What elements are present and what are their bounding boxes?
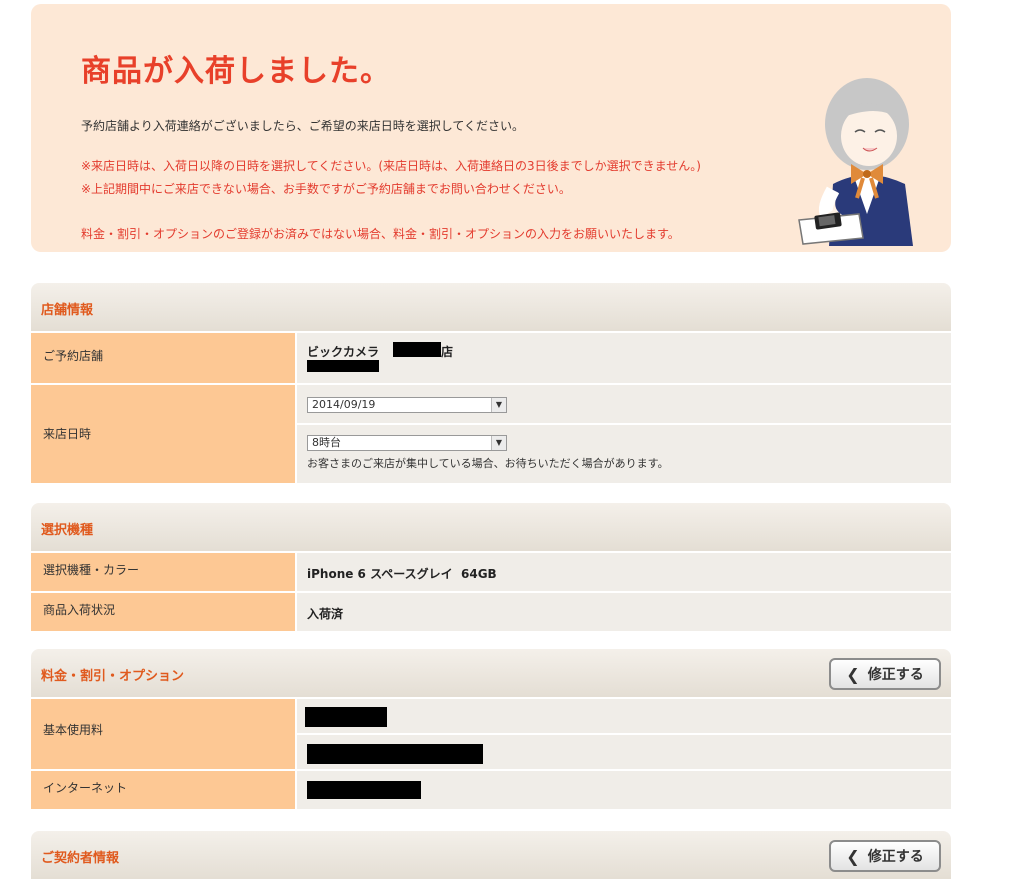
plan-edit-button[interactable]: ❮ 修正する — [829, 658, 941, 690]
model-section: 選択機種 選択機種・カラー iPhone 6 スペースグレイ 64GB 商品入荷… — [31, 503, 951, 631]
visit-date-select[interactable]: 2014/09/19 ▼ — [307, 397, 507, 413]
chevron-down-icon: ▼ — [491, 398, 506, 412]
store-info-heading: 店舗情報 — [41, 303, 94, 318]
redacted-internet-plan — [307, 781, 421, 799]
contractor-section: ご契約者情報 ❮ 修正する — [31, 831, 951, 879]
reserved-store-row: ご予約店舗 ビックカメラ 店 — [31, 331, 951, 383]
visit-time-select[interactable]: 8時台 ▼ — [307, 435, 507, 451]
model-heading: 選択機種 — [41, 523, 94, 538]
basic-fee-label: 基本使用料 — [43, 723, 104, 737]
visit-datetime-row: 来店日時 2014/09/19 ▼ 8時台 ▼ お客さまのご来店が集中している場… — [31, 383, 951, 483]
contractor-header: ご契約者情報 ❮ 修正する — [31, 831, 951, 879]
model-color-row: 選択機種・カラー iPhone 6 スペースグレイ 64GB — [31, 551, 951, 591]
stock-status-value: 入荷済 — [307, 607, 344, 621]
redacted-basic-fee — [305, 707, 387, 727]
store-info-section: 店舗情報 ご予約店舗 ビックカメラ 店 来店日時 2014/09/19 ▼ 8時… — [31, 283, 951, 483]
stock-status-row: 商品入荷状況 入荷済 — [31, 591, 951, 631]
chevron-left-icon: ❮ — [846, 664, 860, 684]
internet-row: インターネット — [31, 769, 951, 809]
redacted-store-name — [393, 342, 441, 357]
crowd-note: お客さまのご来店が集中している場合、お待ちいただく場合があります。 — [307, 457, 669, 470]
basic-fee-row: 基本使用料 — [31, 697, 951, 769]
internet-label: インターネット — [43, 781, 128, 795]
visit-time-value: 8時台 — [312, 436, 341, 449]
model-header: 選択機種 — [31, 503, 951, 551]
plan-edit-label: 修正する — [867, 667, 924, 683]
store-name-suffix: 店 — [441, 345, 454, 359]
stock-status-label: 商品入荷状況 — [43, 603, 116, 617]
chevron-down-icon: ▼ — [491, 436, 506, 450]
store-name-prefix: ビックカメラ — [307, 345, 380, 359]
contractor-edit-button[interactable]: ❮ 修正する — [829, 840, 941, 872]
plan-header: 料金・割引・オプション ❮ 修正する — [31, 649, 951, 697]
arrival-notice: 商品が入荷しました。 予約店舗より入荷連絡がございましたら、ご希望の来店日時を選… — [31, 4, 951, 252]
reserved-store-label: ご予約店舗 — [43, 349, 104, 363]
store-info-header: 店舗情報 — [31, 283, 951, 331]
contractor-heading: ご契約者情報 — [41, 851, 120, 866]
model-color-label: 選択機種・カラー — [43, 563, 140, 577]
contractor-edit-label: 修正する — [867, 849, 924, 865]
chevron-left-icon: ❮ — [846, 846, 860, 866]
warning-text-2: ※上記期間中にご来店できない場合、お手数ですがご予約店舗までお問い合わせください… — [81, 182, 571, 196]
visit-datetime-label: 来店日時 — [43, 427, 92, 441]
page-title: 商品が入荷しました。 — [81, 54, 391, 89]
plan-section: 料金・割引・オプション ❮ 修正する 基本使用料 インターネット — [31, 649, 951, 809]
intro-text: 予約店舗より入荷連絡がございましたら、ご希望の来店日時を選択してください。 — [81, 119, 525, 133]
redacted-basic-fee-detail — [307, 744, 483, 764]
redacted-store-address — [307, 360, 379, 372]
warning-text-3: 料金・割引・オプションのご登録がお済みではない場合、料金・割引・オプションの入力… — [81, 227, 680, 241]
warning-text-1: ※来店日時は、入荷日以降の日時を選択してください。(来店日時は、入荷連絡日の3日… — [81, 159, 701, 173]
plan-heading: 料金・割引・オプション — [41, 669, 185, 684]
clerk-illustration — [798, 78, 913, 246]
visit-date-value: 2014/09/19 — [312, 398, 376, 411]
model-value: iPhone 6 スペースグレイ 64GB — [307, 567, 497, 581]
